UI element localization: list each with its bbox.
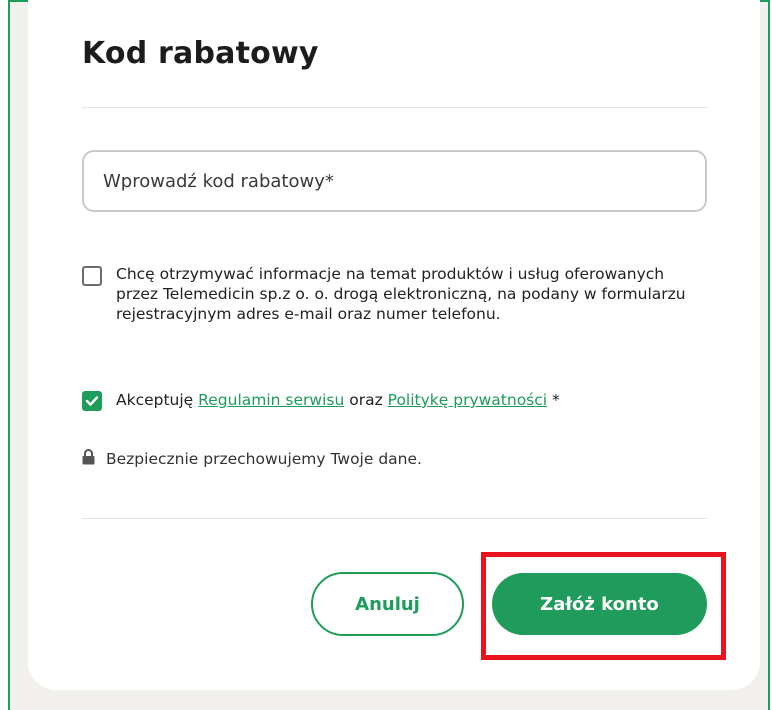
terms-prefix: Akceptuję	[116, 391, 194, 409]
terms-link[interactable]: Regulamin serwisu	[198, 391, 344, 409]
discount-code-input[interactable]	[101, 169, 705, 193]
terms-consent-checkbox[interactable]	[82, 391, 102, 411]
check-icon	[85, 396, 99, 406]
privacy-policy-link[interactable]: Politykę prywatności	[388, 391, 547, 409]
highlight-box	[481, 552, 726, 660]
divider	[82, 107, 707, 108]
discount-code-field[interactable]	[82, 150, 707, 212]
terms-consent-label: Akceptuję Regulamin serwisu oraz Polityk…	[116, 390, 560, 410]
lock-icon	[82, 449, 95, 465]
marketing-consent-checkbox[interactable]	[82, 266, 102, 286]
marketing-consent-label: Chcę otrzymywać informacje na temat prod…	[116, 265, 686, 323]
terms-conjunction: oraz	[349, 391, 383, 409]
required-asterisk: *	[552, 391, 560, 409]
security-note: Bezpiecznie przechowujemy Twoje dane.	[106, 450, 422, 468]
page-title: Kod rabatowy	[82, 36, 319, 71]
cancel-button[interactable]: Anuluj	[311, 572, 464, 636]
divider	[82, 518, 707, 519]
